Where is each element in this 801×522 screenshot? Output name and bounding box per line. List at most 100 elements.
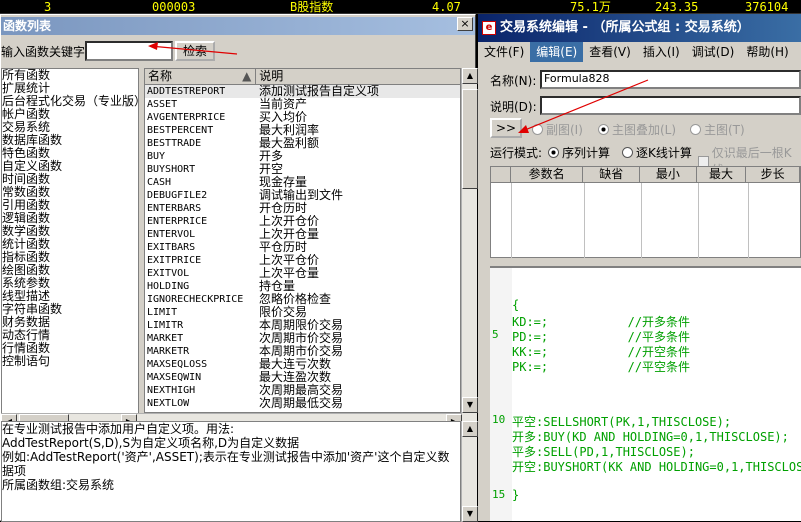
function-desc: 次周期最低交易: [259, 396, 344, 410]
parameter-table[interactable]: 参数名 缺省 最小 最大 步长: [490, 166, 801, 258]
line-number-gutter: [490, 268, 512, 521]
menu-item[interactable]: 插入(I): [637, 42, 686, 62]
parameter-column-header[interactable]: 缺省: [583, 167, 641, 182]
run-mode-per-bar[interactable]: 逐K线计算: [622, 144, 692, 161]
function-name: EXITVOL: [147, 268, 190, 279]
menu-bar: 文件(F) 编辑(E) 查看(V) 插入(I) 调试(D) 帮助(H): [478, 42, 801, 62]
parameter-col-divider: [641, 183, 642, 258]
function-description: 在专业测试报告中添加用户自定义项。用法: AddTestReport(S,D),…: [1, 421, 461, 522]
function-name: EXITPRICE: [147, 255, 202, 266]
trading-system-editor-window: e 交易系统编辑 - （所属公式组 : 交易系统） 文件(F) 编辑(E) 查看(V…: [478, 14, 801, 521]
code-line[interactable]: 开空:BUYSHORT(KK AND HOLDING=0,1,THISCLOSE…: [512, 458, 801, 475]
menu-item[interactable]: 文件(F): [478, 42, 530, 62]
row-header-spacer: [491, 167, 511, 182]
menu-item[interactable]: 帮助(H): [740, 42, 794, 62]
function-name: BUY: [147, 151, 166, 162]
scroll-up-icon[interactable]: ▲: [462, 68, 478, 84]
function-name: IGNORECHECKPRICE: [147, 294, 244, 305]
plot-option-overlay[interactable]: 主图叠加(L): [598, 121, 676, 138]
column-name-header[interactable]: 名称 ▲: [145, 69, 257, 84]
parameter-col-divider: [698, 183, 699, 258]
expand-button[interactable]: >>: [490, 118, 522, 138]
function-list-vscroll[interactable]: ▲ ▼: [461, 68, 478, 421]
formula-name-input[interactable]: Formula828: [540, 70, 801, 89]
app-icon: e: [482, 21, 496, 35]
menu-item[interactable]: 编辑(E): [530, 42, 584, 62]
parameter-column-header[interactable]: 最大: [697, 167, 747, 182]
code-line[interactable]: }: [512, 488, 519, 502]
code-line[interactable]: PK:=; //平空条件: [512, 358, 690, 375]
scroll-down-icon[interactable]: ▼: [462, 397, 478, 413]
function-name: ADDTESTREPORT: [147, 86, 226, 97]
menu-item[interactable]: 查看(V): [583, 42, 637, 62]
function-name: AVGENTERPRICE: [147, 112, 226, 123]
ticker-code: 000003: [152, 0, 196, 14]
function-row[interactable]: BESTTRADE 最大盈利额: [145, 137, 460, 150]
parameter-col-divider: [511, 183, 512, 258]
ticker-total: 376104: [745, 0, 789, 14]
function-name: MARKETR: [147, 346, 190, 357]
search-button[interactable]: 检索: [175, 41, 215, 61]
function-name: NEXTHIGH: [147, 385, 196, 396]
search-input[interactable]: [85, 41, 173, 61]
ticker-vol: 75.1万: [570, 0, 611, 14]
close-icon[interactable]: ×: [457, 17, 473, 31]
run-mode-label-text: 逐K线计算: [636, 146, 692, 160]
plot-option-sub[interactable]: 副图(I): [532, 121, 583, 138]
function-row[interactable]: EXITVOL 上次平仓量: [145, 267, 460, 280]
function-row[interactable]: NEXTLOW 次周期最低交易: [145, 397, 460, 410]
category-item[interactable]: 控制语句: [2, 355, 138, 368]
function-name: BESTPERCENT: [147, 125, 214, 136]
ticker-num: 3: [44, 0, 52, 14]
function-name: HOLDING: [147, 281, 190, 292]
function-name: CASH: [147, 177, 172, 188]
column-name-label: 名称: [148, 69, 173, 83]
function-rows: ADDTESTREPORT 添加测试报告自定义项 ASSET 当前资产 AVGENTER…: [145, 85, 460, 410]
category-list[interactable]: 所有函数 扩展统计 后台程式化交易（专业版） 帐户函数 交易系统 数据库函数 特色函数 自定义…: [1, 68, 139, 421]
function-name: LIMITR: [147, 320, 184, 331]
editor-title: 交易系统编辑 - （所属公式组 : 交易系统）: [500, 20, 750, 35]
function-name: EXITBARS: [147, 242, 196, 253]
plot-option-label: 副图(I): [546, 123, 583, 137]
ticker-amount: 243.35: [655, 0, 699, 14]
function-name: NEXTLOW: [147, 398, 190, 409]
ticker-price: 4.07: [432, 0, 461, 14]
formula-code-editor[interactable]: {KD:=; //开多条件 5 PD:=; //平多条件 KK:=; //开空条件 PK…: [490, 266, 801, 521]
parameter-table-header: 参数名 缺省 最小 最大 步长: [491, 167, 800, 183]
menu-item[interactable]: 调试(D): [686, 42, 741, 62]
desc-label: 说明(D):: [490, 100, 537, 114]
parameter-col-divider: [584, 183, 585, 258]
parameter-column-header[interactable]: 步长: [746, 167, 800, 182]
search-label: 输入函数关键字: [1, 45, 86, 59]
function-table-header: 名称 ▲ 说明: [145, 69, 460, 85]
plot-option-label: 主图叠加(L): [612, 123, 677, 137]
function-list-title: 函数列表: [1, 17, 475, 35]
scroll-thumb[interactable]: [462, 89, 478, 189]
column-desc-header[interactable]: 说明: [256, 69, 460, 84]
function-name: MAXSEQWIN: [147, 372, 202, 383]
run-mode-sequence[interactable]: 序列计算: [548, 144, 610, 161]
plot-option-main[interactable]: 主图(T): [690, 121, 745, 138]
function-name: BESTTRADE: [147, 138, 202, 149]
editor-title-bar: e 交易系统编辑 - （所属公式组 : 交易系统）: [478, 14, 801, 42]
description-vscroll[interactable]: ▲ ▼: [461, 421, 478, 522]
function-name: LIMIT: [147, 307, 178, 318]
plot-option-label: 主图(T): [704, 123, 745, 137]
line-number: 5: [492, 328, 499, 341]
parameter-column-header[interactable]: 最小: [640, 167, 697, 182]
code-line[interactable]: {: [512, 298, 519, 312]
parameter-column-header[interactable]: 参数名: [511, 167, 584, 182]
function-name: BUYSHORT: [147, 164, 196, 175]
function-table[interactable]: 名称 ▲ 说明 ADDTESTREPORT 添加测试报告自定义项 ASSET 当前资产 A…: [144, 68, 461, 413]
function-name: MARKET: [147, 333, 184, 344]
scroll-down-icon[interactable]: ▼: [462, 506, 478, 522]
function-row[interactable]: BUY 开多: [145, 150, 460, 163]
function-name: ENTERVOL: [147, 229, 196, 240]
function-name: ENTERBARS: [147, 203, 202, 214]
name-label: 名称(N):: [490, 74, 537, 88]
function-name: ASSET: [147, 99, 178, 110]
scroll-up-icon[interactable]: ▲: [462, 421, 478, 437]
quote-ticker-row: 3 000003 B股指数 4.07 75.1万 243.35 376104: [0, 0, 801, 14]
formula-description-input[interactable]: [540, 96, 801, 115]
run-mode-label: 运行模式:: [490, 146, 543, 160]
